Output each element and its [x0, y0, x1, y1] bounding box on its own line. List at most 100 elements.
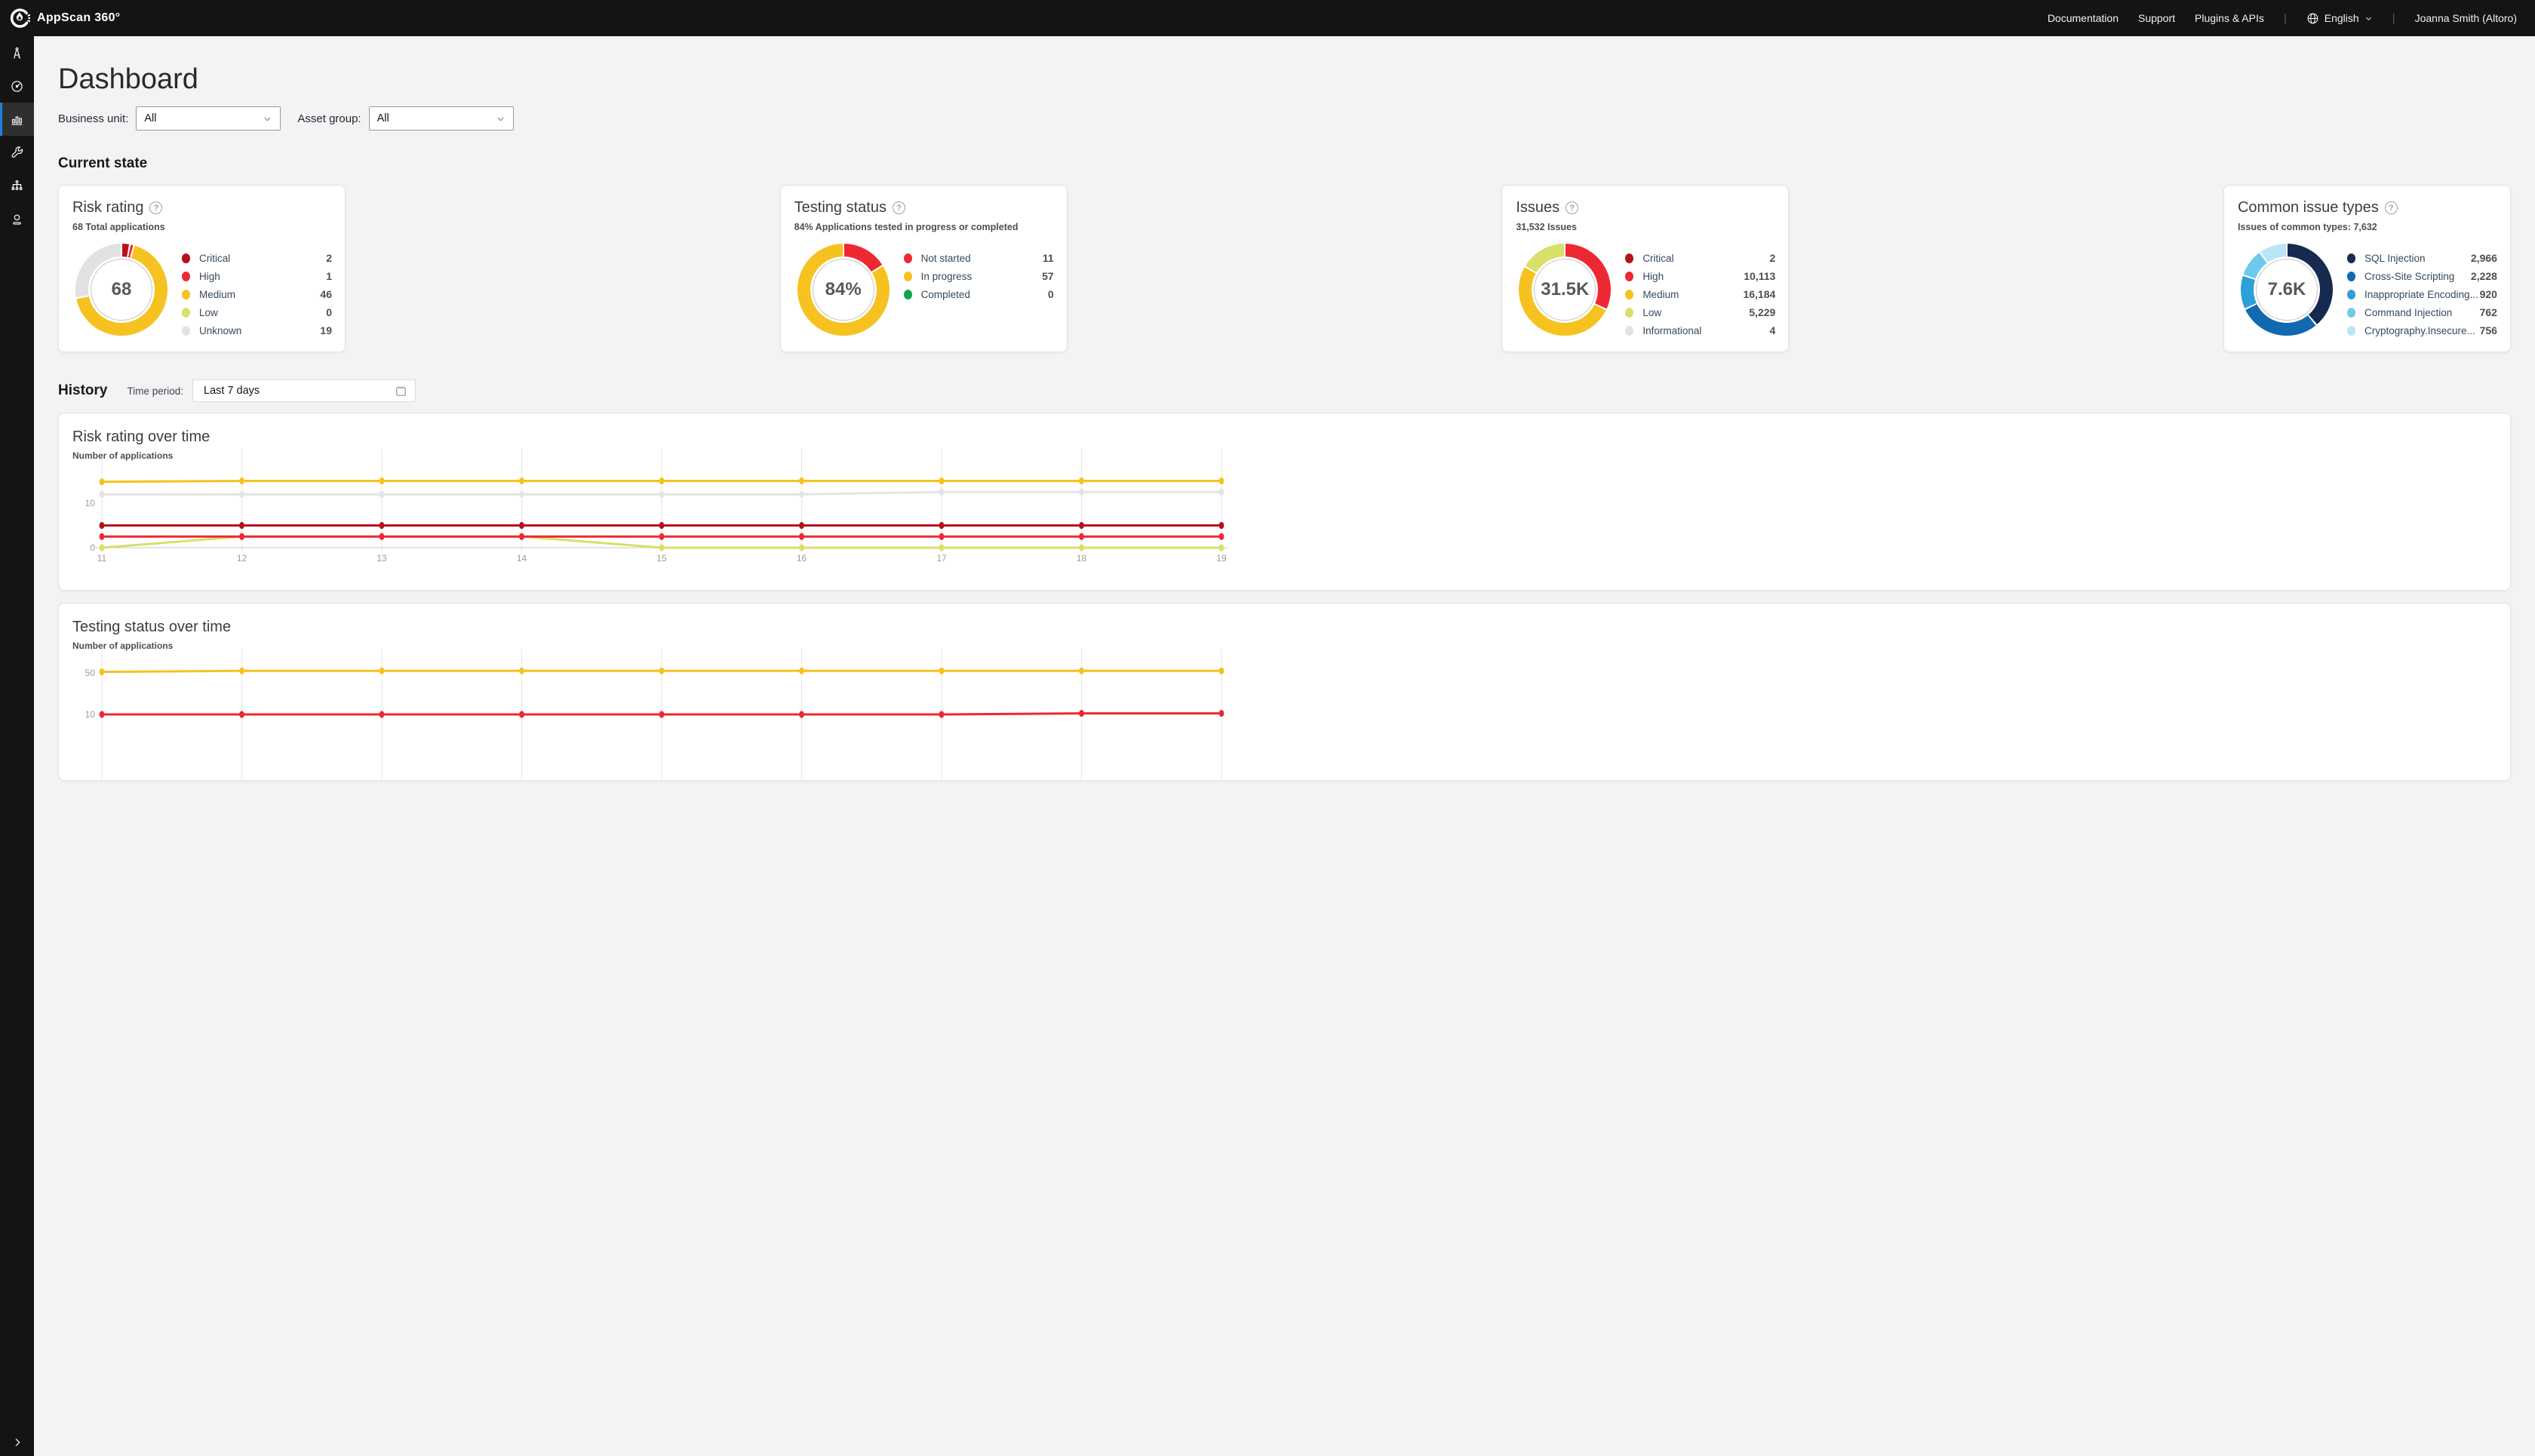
legend-row-command-injection: Command Injection762 [2347, 303, 2497, 321]
donut-hole: 7.6K [2254, 256, 2320, 323]
legend-row-high: High10,113 [1625, 267, 1775, 285]
donut-center-value: 84% [810, 256, 877, 323]
card-title-row: Testing status? [781, 186, 1067, 217]
app-title: AppScan 360° [37, 11, 120, 25]
legend-value: 0 [326, 306, 332, 318]
legend-value: 10,113 [1744, 270, 1775, 282]
sidebar-item-dashboard[interactable] [0, 103, 34, 136]
legend-row-low: Low5,229 [1625, 303, 1775, 321]
sidebar-item-scans[interactable] [0, 69, 34, 103]
help-icon[interactable]: ? [893, 201, 905, 214]
legend-row-critical: Critical2 [182, 249, 332, 267]
donut-center-value: 7.6K [2254, 256, 2320, 323]
globe-icon [2306, 12, 2319, 25]
sidebar-item-users[interactable] [0, 202, 34, 235]
sidebar-item-applications[interactable] [0, 36, 34, 69]
legend-value: 5,229 [1749, 306, 1775, 318]
hierarchy-icon [10, 179, 24, 193]
language-label: English [2325, 12, 2359, 24]
svg-text:10: 10 [85, 709, 96, 720]
card-legend: Critical2High10,113Medium16,184Low5,229I… [1625, 249, 1775, 339]
sidebar-expand-button[interactable] [0, 1436, 34, 1448]
chart-y-axis-label: Number of applications [59, 446, 2510, 461]
legend-row-informational: Informational4 [1625, 321, 1775, 339]
help-icon[interactable]: ? [2385, 201, 2398, 214]
card-title-row: Risk rating? [59, 186, 345, 217]
donut-hole: 84% [810, 256, 877, 323]
legend-dot [182, 272, 190, 281]
user-menu[interactable]: Joanna Smith (Altoro) [2415, 12, 2517, 24]
legend-label: Unknown [199, 325, 320, 336]
legend-row-in-progress: In progress57 [904, 267, 1054, 285]
legend-label: Critical [199, 253, 326, 264]
legend-dot [2347, 326, 2355, 336]
legend-label: Low [1642, 307, 1749, 318]
legend-dot [1625, 308, 1633, 318]
legend-row-low: Low0 [182, 303, 332, 321]
nav-divider: | [2284, 12, 2287, 25]
legend-label: Not started [921, 253, 1043, 264]
card-subtitle: 31,532 Issues [1502, 217, 1788, 232]
help-icon[interactable]: ? [1566, 201, 1578, 214]
svg-text:15: 15 [656, 553, 667, 564]
asset-group-select[interactable]: All [369, 106, 514, 131]
legend-label: Inappropriate Encoding... [2364, 289, 2480, 300]
nav-link-support[interactable]: Support [2138, 12, 2175, 24]
issues-donut-chart: 31.5K [1519, 244, 1611, 336]
current-state-heading: Current state [58, 155, 2511, 172]
svg-text:14: 14 [517, 553, 527, 564]
legend-dot [2347, 290, 2355, 299]
card-risk-rating: Risk rating?68 Total applications68Criti… [58, 185, 346, 352]
help-icon[interactable]: ? [149, 201, 162, 214]
time-period-input[interactable]: Last 7 days [192, 379, 416, 402]
sidebar-item-asset-groups[interactable] [0, 169, 34, 202]
legend-label: In progress [921, 271, 1042, 282]
top-bar: AppScan 360° Documentation Support Plugins… [0, 0, 2535, 36]
legend-value: 920 [2480, 288, 2497, 300]
legend-label: Completed [921, 289, 1048, 300]
legend-label: High [1642, 271, 1744, 282]
business-unit-value: All [144, 112, 156, 124]
asset-group-label: Asset group: [297, 112, 361, 125]
history-heading: History [58, 382, 107, 399]
svg-text:18: 18 [1077, 553, 1087, 564]
chevron-down-icon [2364, 14, 2373, 23]
legend-dot [2347, 272, 2355, 281]
gauge-icon [10, 79, 24, 94]
legend-row-unknown: Unknown19 [182, 321, 332, 339]
nav-link-documentation[interactable]: Documentation [2048, 12, 2119, 24]
sidebar-item-tools[interactable] [0, 136, 34, 169]
legend-row-medium: Medium46 [182, 285, 332, 303]
legend-dot [1625, 290, 1633, 299]
legend-dot [1625, 326, 1633, 336]
language-selector[interactable]: English [2306, 12, 2373, 25]
calendar-icon [395, 385, 407, 398]
card-title: Issues [1516, 199, 1559, 217]
svg-text:0: 0 [90, 542, 95, 553]
legend-dot [182, 326, 190, 336]
legend-label: High [199, 271, 326, 282]
nav-divider: | [2392, 12, 2395, 25]
legend-value: 4 [1770, 324, 1776, 336]
card-legend: SQL Injection2,966Cross-Site Scripting2,… [2347, 249, 2497, 339]
legend-dot [182, 290, 190, 299]
chart-card-risk-rating-over-time: Risk rating over timeNumber of applicati… [58, 413, 2511, 591]
common-issue-types-donut-chart: 7.6K [2241, 244, 2333, 336]
legend-label: Critical [1642, 253, 1769, 264]
legend-label: Cryptography.Insecure... [2364, 325, 2480, 336]
svg-text:19: 19 [1216, 553, 1227, 564]
business-unit-select[interactable]: All [136, 106, 281, 131]
card-testing-status: Testing status?84% Applications tested i… [780, 185, 1068, 352]
legend-value: 57 [1042, 270, 1054, 282]
donut-center-value: 68 [88, 256, 155, 323]
chevron-right-icon [11, 1436, 23, 1448]
legend-row-high: High1 [182, 267, 332, 285]
legend-row-not-started: Not started11 [904, 249, 1054, 267]
legend-dot [1625, 253, 1633, 263]
donut-hole: 68 [88, 256, 155, 323]
current-state-cards: Risk rating?68 Total applications68Criti… [58, 185, 2511, 352]
card-issues: Issues?31,532 Issues31.5KCritical2High10… [1501, 185, 1789, 352]
legend-value: 756 [2480, 324, 2497, 336]
nav-link-plugins-apis[interactable]: Plugins & APIs [2195, 12, 2264, 24]
svg-text:10: 10 [85, 498, 96, 508]
